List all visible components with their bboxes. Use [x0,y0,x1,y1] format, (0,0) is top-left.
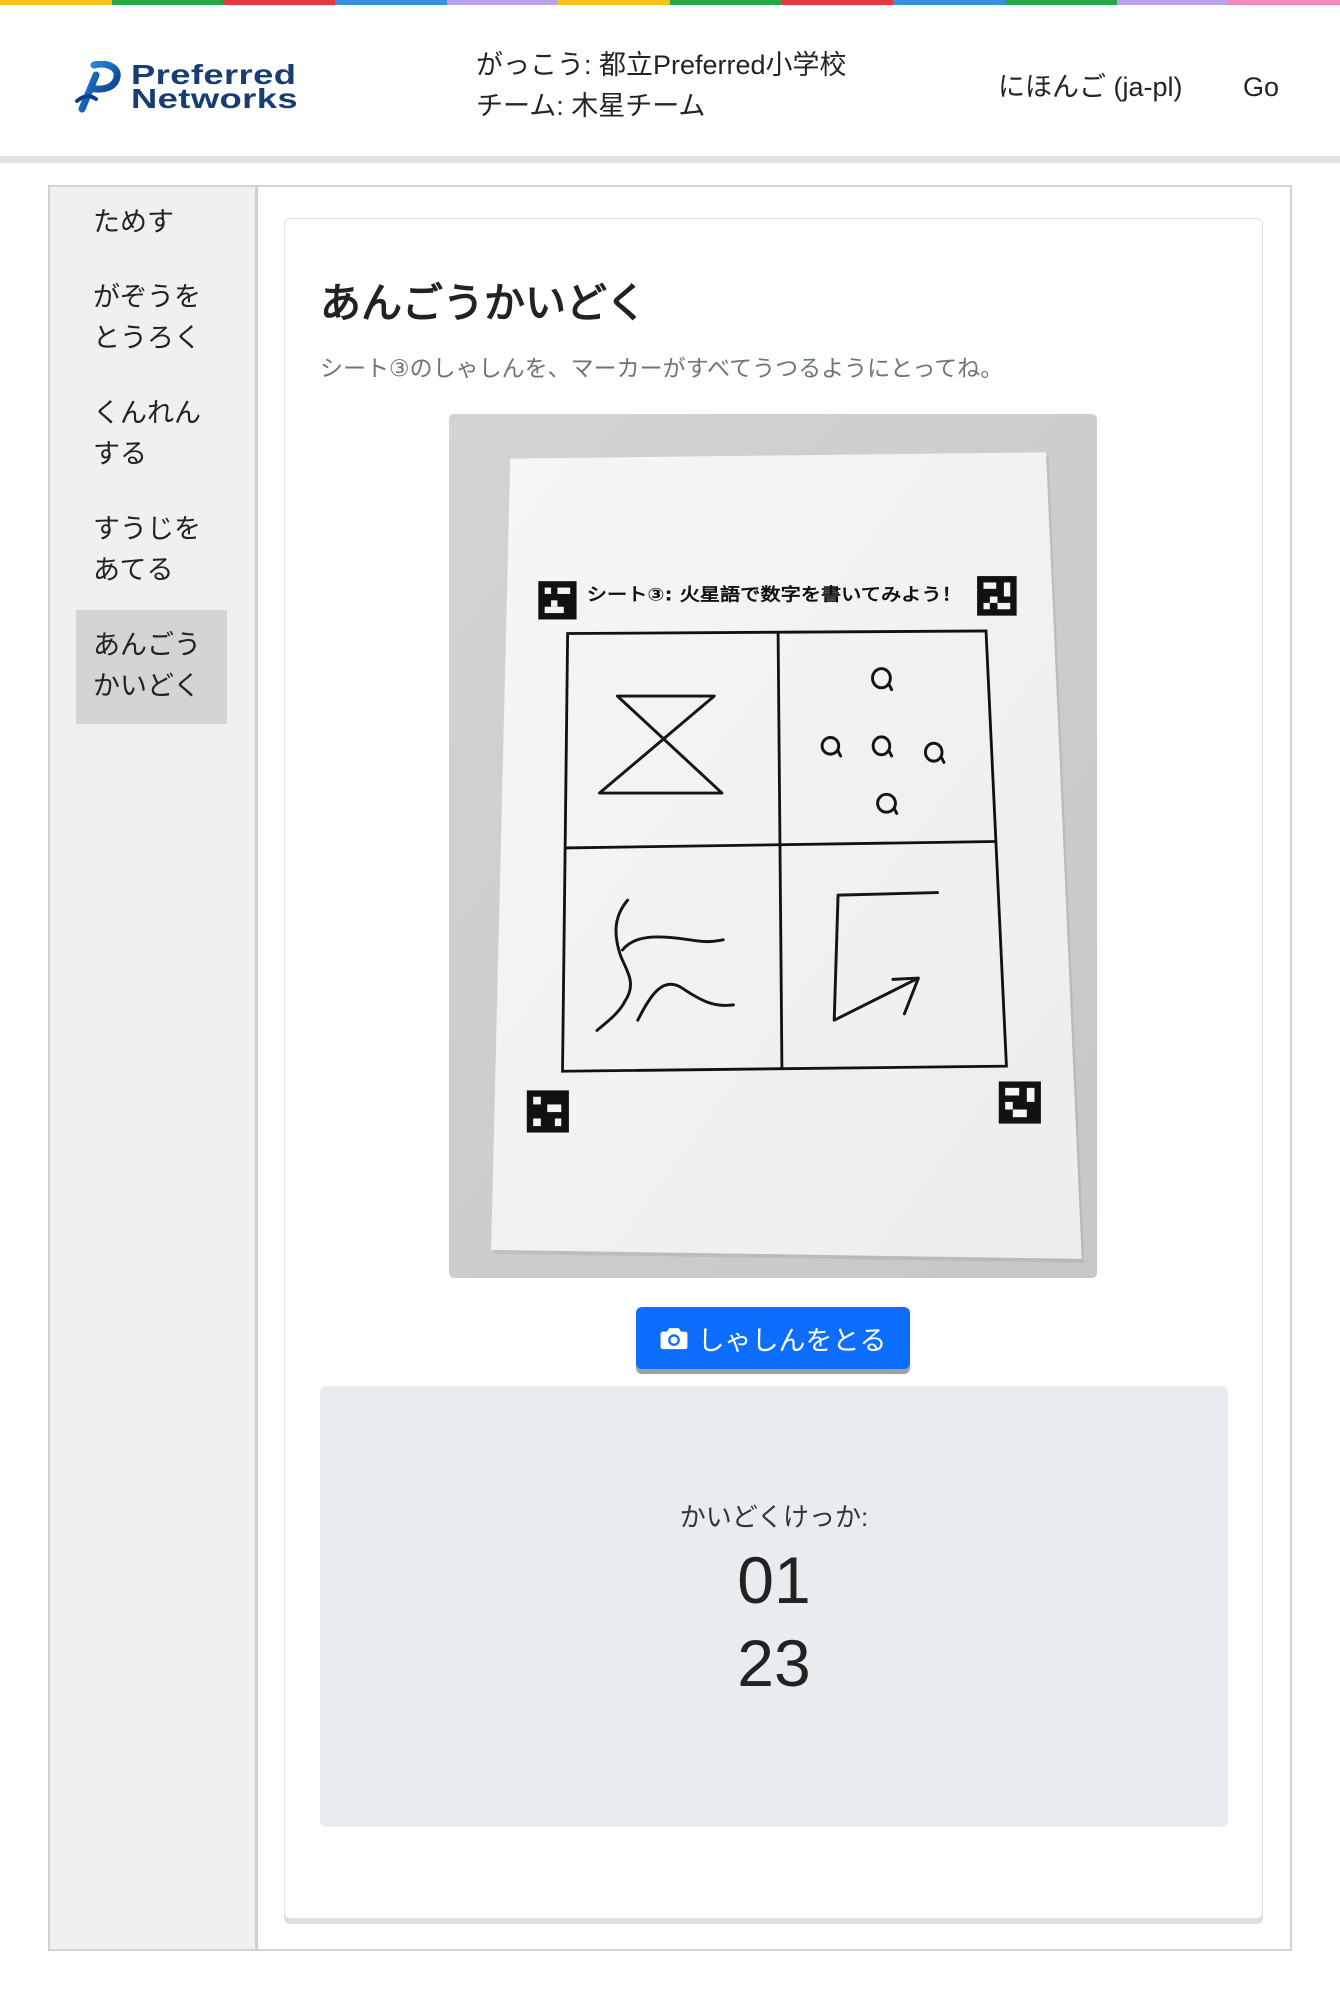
sidebar-item-try[interactable]: ためす [76,187,227,260]
sheet-paper [491,452,1082,1259]
logo-wordmark: Preferred Networks [131,61,298,114]
marker-top-right [977,576,1017,616]
sidebar-item-train[interactable]: くんれん する [76,378,227,492]
sidebar-item-label: とうろく [93,323,201,353]
marker-top-left [538,581,577,620]
go-link[interactable]: Go [1243,67,1279,107]
marker-bottom-right [998,1081,1041,1124]
school-name: がっこう: 都立Preferred小学校 [476,50,847,80]
decode-card: あんごうかいどく シート③のしゃしんを、マーカーがすべてうつるようにとってね。 [284,218,1263,1919]
take-photo-button[interactable]: しゃしんをとる [636,1307,910,1369]
sidebar-item-label: くんれん [93,398,201,428]
instruction-text: シート③のしゃしんを、マーカーがすべてうつるようにとってね。 [320,355,1004,381]
sidebar-item-decode[interactable]: あんごう かいどく [76,610,227,724]
pfn-logo-icon [75,61,121,113]
sidebar: ためす がぞうを とうろく くんれん する すうじを あてる あんごう かいどく [50,187,258,1949]
camera-icon [660,1328,687,1350]
result-value: 01 23 [320,1539,1228,1705]
result-label: かいどくけっか: [679,1502,869,1532]
sidebar-item-label: がぞうを [93,282,201,312]
decode-result-panel: かいどくけっか: 01 23 [320,1386,1228,1827]
header-divider [0,156,1340,163]
app-header: Preferred Networks がっこう: 都立Preferred小学校 … [0,5,1340,156]
sheet-photo: シート③: 火星語で数字を書いてみよう！ [449,414,1097,1278]
sidebar-item-label: あんごう [93,630,201,660]
result-line: 23 [737,1626,811,1700]
page-title: あんごうかいどく [320,280,647,326]
sidebar-item-register-images[interactable]: がぞうを とうろく [76,262,227,376]
sidebar-item-label: する [93,439,147,469]
sidebar-item-label: かいどく [93,671,201,701]
home-logo-link[interactable]: Preferred Networks [74,59,298,115]
sheet-title: シート③: 火星語で数字を書いてみよう！ [587,583,962,605]
sheet-photo-image: シート③: 火星語で数字を書いてみよう！ [449,414,1097,1278]
take-photo-label: しゃしんをとる [697,1325,887,1356]
sidebar-item-label: あてる [93,555,174,585]
team-name: チーム: 木星チーム [476,91,706,121]
result-line: 01 [737,1543,811,1617]
sidebar-item-guess-numbers[interactable]: すうじを あてる [76,494,227,608]
app-frame: ためす がぞうを とうろく くんれん する すうじを あてる あんごう かいどく… [48,185,1292,1951]
sidebar-item-label: すうじを [93,514,201,544]
school-team-info: がっこう: 都立Preferred小学校 チーム: 木星チーム [476,45,847,127]
logo-line-2: Networks [131,83,298,114]
marker-bottom-left [526,1090,569,1133]
sidebar-item-label: ためす [93,207,174,237]
language-selector[interactable]: にほんご (ja-pl) [998,67,1183,107]
